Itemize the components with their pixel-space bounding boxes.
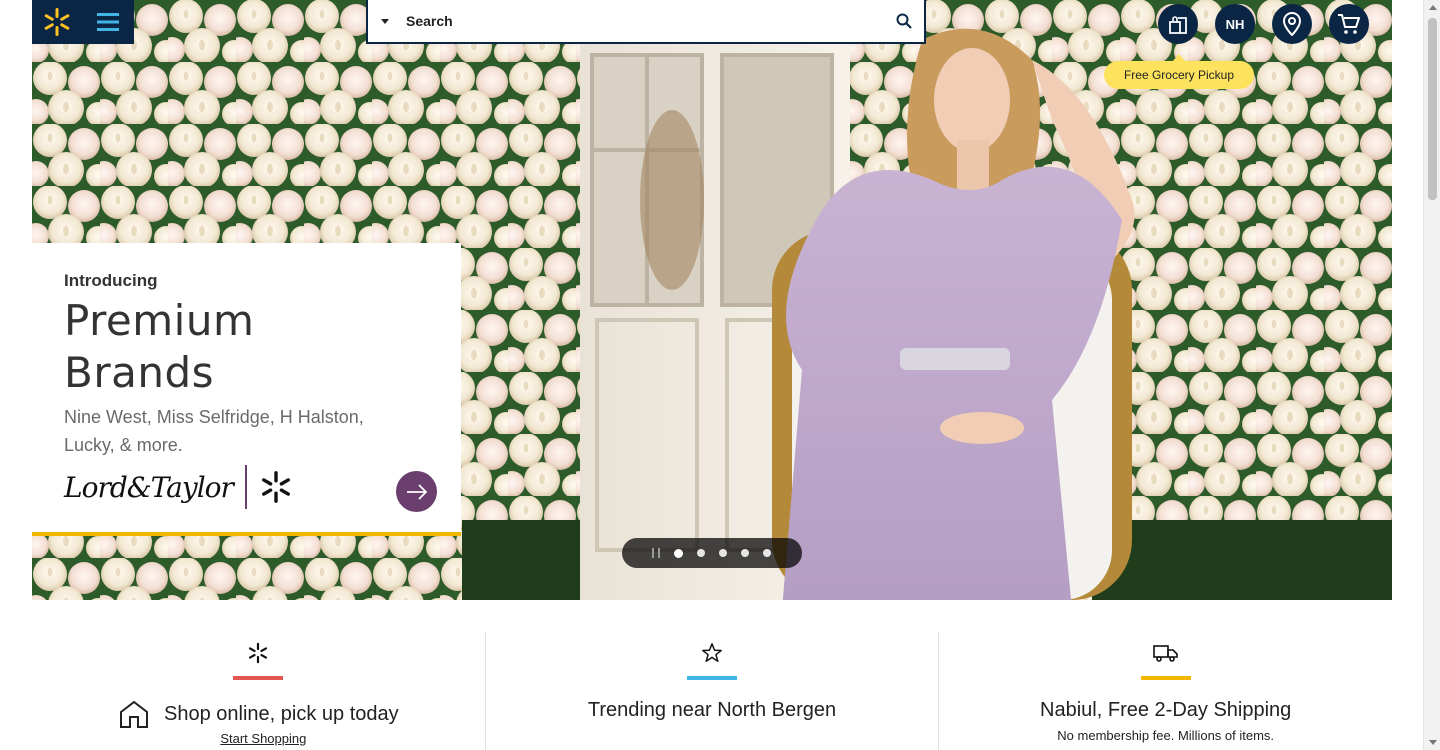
carousel-dot[interactable] [763,549,771,557]
store-house-icon [120,700,149,728]
pause-icon[interactable] [652,548,660,558]
free-grocery-pickup-tooltip[interactable]: Free Grocery Pickup [1104,54,1254,89]
value-prop-pickup[interactable]: Shop online, pick up today Start Shoppin… [32,632,485,750]
scroll-up-icon[interactable] [1429,5,1437,10]
search-bar [366,0,926,44]
header-actions: NH [1158,4,1369,44]
value-prop-title: Shop online, pick up today [164,702,399,725]
arrow-right-icon [406,483,427,500]
value-prop-shipping[interactable]: Nabiul, Free 2-Day Shipping No membershi… [938,632,1392,750]
page-scrollbar[interactable] [1423,0,1440,750]
cart-icon [1338,14,1360,34]
promo-subtitle: Nine West, Miss Selfridge, H Halston, Lu… [64,407,364,455]
walmart-home-page: NH Free Grocery Pickup Introducing Premi… [0,0,1440,750]
department-dropdown[interactable] [368,1,396,41]
carousel-dots [674,548,771,558]
carousel-dot[interactable] [719,549,727,557]
account-initials: NH [1225,16,1245,32]
search-button[interactable] [884,1,924,41]
promo-headline-line-1: Premium [64,296,255,345]
value-prop-accent-bar [1140,676,1191,680]
spark-icon[interactable] [32,0,82,44]
pickup-tooltip-text: Free Grocery Pickup [1123,68,1235,82]
account-button[interactable]: NH [1215,4,1255,44]
value-prop-text: No membership fee. Millions of items. [1057,728,1275,743]
location-pin-icon [1282,12,1302,36]
promo-intro: Introducing [64,271,158,290]
services-button[interactable] [1158,4,1198,44]
value-prop-trending[interactable]: Trending near North Bergen [484,632,939,750]
value-props: Shop online, pick up today Start Shoppin… [32,632,1392,750]
star-icon [702,643,722,662]
scrollbar-thumb[interactable] [1428,18,1437,200]
logo-divider [244,465,247,509]
promo-headline: Premium Brands [64,295,429,399]
hamburger-menu-icon[interactable] [82,0,134,44]
grocery-bag-icon [1169,16,1187,34]
search-input[interactable] [396,1,884,41]
value-prop-title: Trending near North Bergen [587,699,837,721]
carousel-controls [622,538,802,568]
magnifier-icon [896,13,912,29]
promo-card[interactable]: Introducing Premium Brands Nine West, Mi… [32,243,461,536]
header-logo-block [32,0,134,44]
promo-headline-line-2: Brands [64,348,214,397]
store-finder-button[interactable] [1272,4,1312,44]
value-prop-title: Nabiul, Free 2-Day Shipping [1040,699,1292,721]
value-prop-accent-bar [233,676,284,680]
cart-button[interactable] [1329,4,1369,44]
caret-down-icon [381,18,389,24]
promo-cta-button[interactable] [396,471,437,512]
carousel-dot[interactable] [674,548,683,558]
spark-icon [249,642,268,664]
spark-icon [261,471,290,503]
start-shopping-link[interactable]: Start Shopping [32,731,485,746]
scroll-down-icon[interactable] [1429,740,1437,745]
lord-and-taylor-logo: Lord&Taylor [64,470,234,504]
truck-icon [1152,645,1178,662]
brand-logos: Lord&Taylor [64,465,293,509]
value-prop-title-row: Shop online, pick up today [32,699,485,735]
carousel-dot[interactable] [697,549,705,557]
value-prop-accent-bar [687,676,737,680]
carousel-dot[interactable] [741,549,749,557]
